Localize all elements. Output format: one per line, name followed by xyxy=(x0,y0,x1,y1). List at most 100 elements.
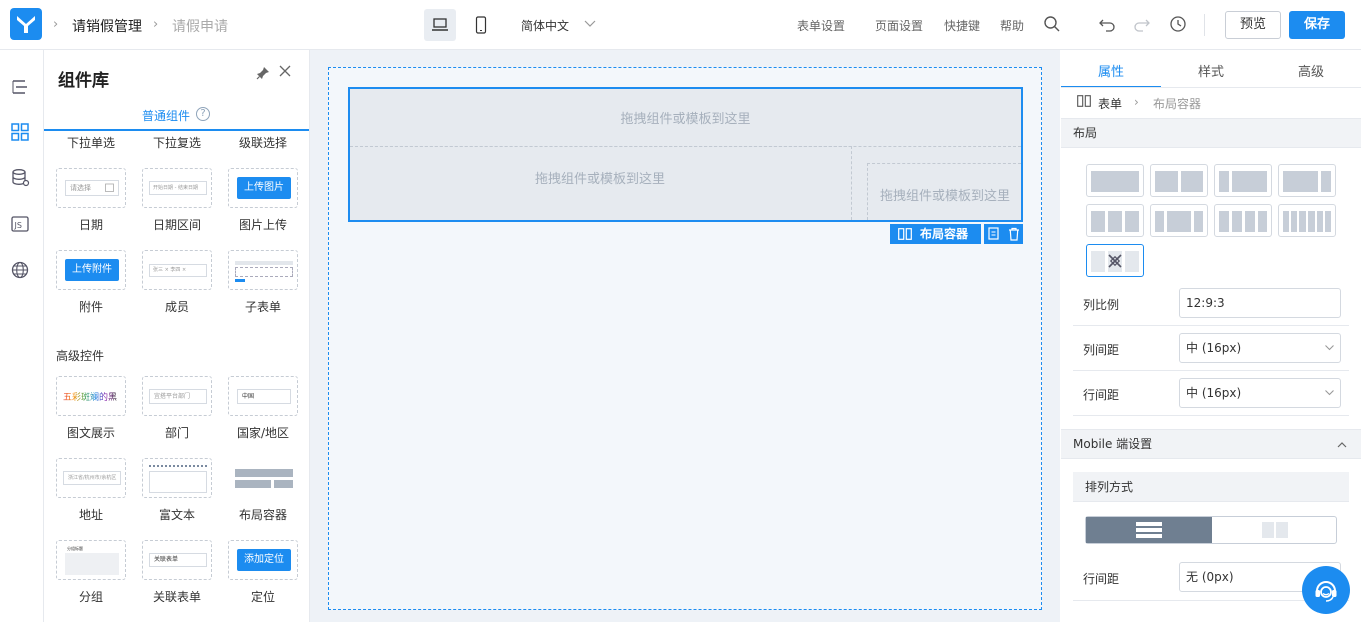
app-logo[interactable] xyxy=(10,8,42,40)
image-upload-component-card[interactable]: 上传图片 xyxy=(228,168,298,208)
outline-tree-icon[interactable] xyxy=(10,77,30,97)
breadcrumb-current: 布局容器 xyxy=(1153,97,1202,111)
page-settings-link[interactable]: 页面设置 xyxy=(875,17,923,34)
preview-button[interactable]: 预览 xyxy=(1225,11,1281,39)
col-gap-select[interactable]: 中 (16px) xyxy=(1179,333,1341,363)
data-source-icon[interactable] xyxy=(10,168,30,188)
chevron-down-icon xyxy=(584,20,596,27)
undo-icon[interactable] xyxy=(1098,15,1116,33)
shortcuts-link[interactable]: 快捷键 xyxy=(944,17,980,34)
country-preview: 中国 xyxy=(237,389,291,404)
language-select[interactable]: 简体中文 xyxy=(521,17,569,34)
rich-text-sample: 五彩斑斓的黑 xyxy=(63,390,117,403)
date-range-component-card[interactable]: 开始日期 - 结束日期 xyxy=(142,168,212,208)
component-label[interactable]: 日期区间 xyxy=(134,216,220,233)
component-label[interactable]: 级联选择 xyxy=(220,134,306,151)
component-label[interactable]: 分组 xyxy=(48,588,134,605)
layout-option-6col[interactable] xyxy=(1278,204,1336,237)
delete-button[interactable] xyxy=(1004,224,1023,244)
arrange-toggle[interactable] xyxy=(1085,516,1337,544)
section-mobile-settings[interactable]: Mobile 端设置 xyxy=(1061,429,1361,459)
component-label[interactable]: 关联表单 xyxy=(134,588,220,605)
globe-icon[interactable] xyxy=(10,260,30,280)
help-link[interactable]: 帮助 xyxy=(1000,17,1024,34)
component-label[interactable]: 图文展示 xyxy=(48,424,134,441)
location-component-card[interactable]: 添加定位 xyxy=(228,540,298,580)
department-component-card[interactable]: 宜搭平台部门 xyxy=(142,376,212,416)
desktop-view-button[interactable] xyxy=(424,9,456,41)
layout-column[interactable]: 拖拽组件或模板到这里 xyxy=(350,146,852,220)
components-grid-icon[interactable] xyxy=(10,122,30,142)
rich-text-component-card[interactable] xyxy=(142,458,212,498)
component-label[interactable]: 下拉复选 xyxy=(134,134,220,151)
page-title[interactable]: 请假申请 xyxy=(172,16,228,36)
mobile-view-button[interactable] xyxy=(465,9,497,41)
address-component-card[interactable]: 浙江省/杭州市/余杭区 xyxy=(56,458,126,498)
component-label[interactable]: 子表单 xyxy=(220,298,306,315)
member-component-card[interactable]: 张三 × 李四 × xyxy=(142,250,212,290)
save-button[interactable]: 保存 xyxy=(1289,11,1345,39)
stacked-rows-icon xyxy=(1136,522,1162,538)
history-clock-icon[interactable] xyxy=(1169,15,1187,33)
columns-icon xyxy=(1077,95,1091,107)
component-label[interactable]: 国家/地区 xyxy=(220,424,306,441)
layout-option-3-1[interactable] xyxy=(1278,164,1336,197)
ratio-input[interactable]: 12:9:3 xyxy=(1179,288,1341,318)
subform-component-card[interactable] xyxy=(228,250,298,290)
side-by-side-icon[interactable] xyxy=(1262,522,1288,538)
app-title[interactable]: 请销假管理 xyxy=(72,16,142,36)
subform-header-preview xyxy=(235,261,293,265)
component-label[interactable]: 地址 xyxy=(48,506,134,523)
search-icon[interactable] xyxy=(1043,15,1061,33)
group-component-card[interactable]: 分组标题 xyxy=(56,540,126,580)
close-icon[interactable] xyxy=(278,64,292,78)
divider xyxy=(1073,325,1349,326)
component-label[interactable]: 部门 xyxy=(134,424,220,441)
top-bar: › 请销假管理 › 请假申请 简体中文 表单设置 页面设置 快捷键 帮助 预览 … xyxy=(0,0,1361,50)
date-component-card[interactable]: 请选择 xyxy=(56,168,126,208)
layout-option-4col[interactable] xyxy=(1214,204,1272,237)
layout-container-selected[interactable]: 拖拽组件或模板到这里 拖拽组件或模板到这里 拖拽组件或模板到这里 xyxy=(348,87,1023,222)
attachment-component-card[interactable]: 上传附件 xyxy=(56,250,126,290)
js-code-icon[interactable]: JS xyxy=(10,214,30,234)
country-component-card[interactable]: 中国 xyxy=(228,376,298,416)
layout-option-1-3[interactable] xyxy=(1214,164,1272,197)
pin-icon[interactable] xyxy=(256,66,270,80)
tab-common-components[interactable]: 普通组件 xyxy=(142,107,190,124)
tab-advanced[interactable]: 高级 xyxy=(1261,61,1361,80)
tab-properties[interactable]: 属性 xyxy=(1061,61,1161,80)
tab-style[interactable]: 样式 xyxy=(1161,61,1261,80)
help-icon[interactable]: ? xyxy=(196,107,210,121)
component-label[interactable]: 成员 xyxy=(134,298,220,315)
component-label[interactable]: 日期 xyxy=(48,216,134,233)
divider xyxy=(1204,14,1205,36)
add-location-button-preview: 添加定位 xyxy=(237,549,291,571)
form-settings-link[interactable]: 表单设置 xyxy=(797,17,845,34)
row-gap-select[interactable]: 中 (16px) xyxy=(1179,378,1341,408)
component-label[interactable]: 富文本 xyxy=(134,506,220,523)
layout-column[interactable]: 拖拽组件或模板到这里 xyxy=(867,163,1021,220)
redo-icon[interactable] xyxy=(1133,15,1151,33)
customer-service-button[interactable] xyxy=(1302,566,1350,614)
layout-option-custom[interactable] xyxy=(1086,244,1144,277)
component-label[interactable]: 附件 xyxy=(48,298,134,315)
layout-option-1col[interactable] xyxy=(1086,164,1144,197)
mobile-row-gap-label: 行间距 xyxy=(1083,572,1120,586)
layout-option-3col[interactable] xyxy=(1086,204,1144,237)
component-label[interactable]: 定位 xyxy=(220,588,306,605)
layout-container-component-card[interactable] xyxy=(228,458,298,498)
related-form-component-card[interactable]: 关联表单 xyxy=(142,540,212,580)
layout-option-1-2-1[interactable] xyxy=(1150,204,1208,237)
layout-option-2col[interactable] xyxy=(1150,164,1208,197)
container-tag[interactable]: 布局容器 xyxy=(890,224,981,244)
rich-display-component-card[interactable]: 五彩斑斓的黑 xyxy=(56,376,126,416)
breadcrumb-root[interactable]: 表单 xyxy=(1098,95,1122,112)
chevron-right-icon: › xyxy=(1134,95,1139,109)
component-label[interactable]: 布局容器 xyxy=(220,506,306,523)
copy-button[interactable] xyxy=(984,224,1004,244)
arrange-vertical-option[interactable] xyxy=(1086,517,1212,543)
component-library-panel: 组件库 普通组件 ? 下拉单选 下拉复选 级联选择 请选择 开始日期 - 结束日… xyxy=(44,50,310,622)
divider xyxy=(1061,87,1361,88)
component-label[interactable]: 图片上传 xyxy=(220,216,306,233)
component-label[interactable]: 下拉单选 xyxy=(48,134,134,151)
